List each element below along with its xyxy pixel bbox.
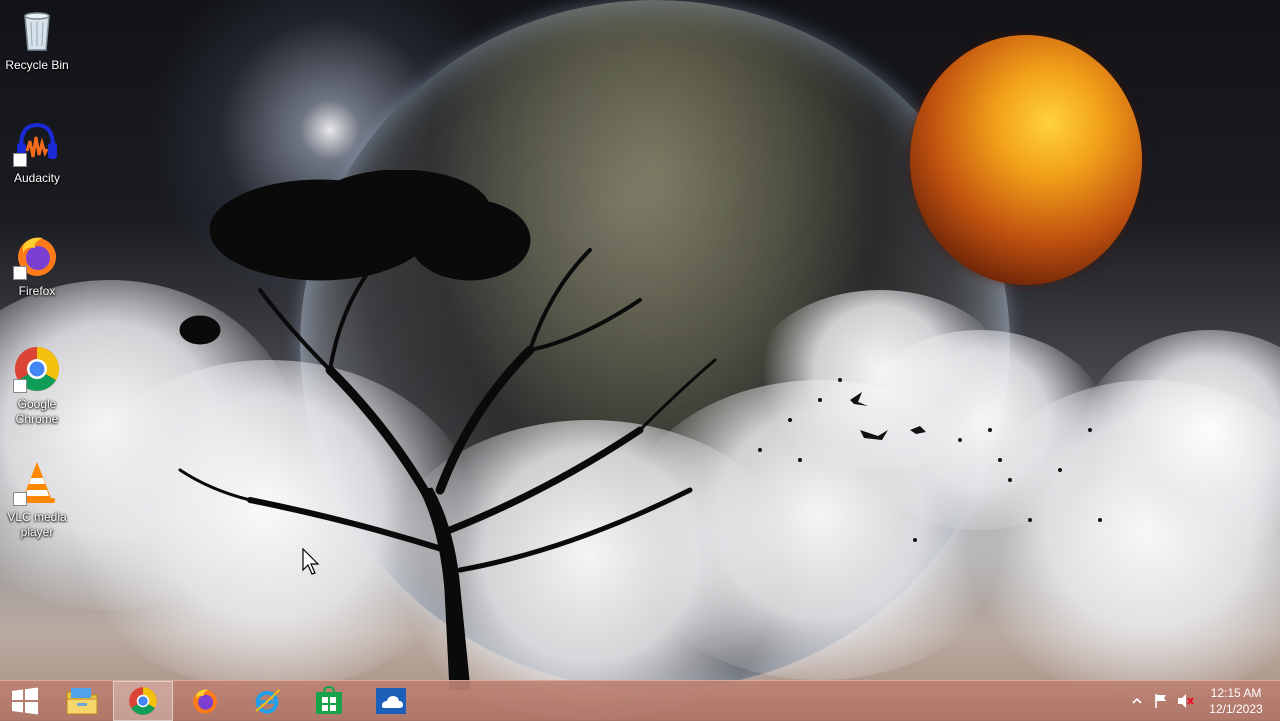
recycle-bin-icon — [13, 6, 61, 54]
shortcut-arrow-icon — [13, 153, 27, 167]
taskbar: 12:15 AM 12/1/2023 — [0, 680, 1280, 721]
volume-muted-icon — [1178, 694, 1194, 708]
chrome-icon — [129, 687, 157, 715]
desktop-icon-audacity[interactable]: Audacity — [0, 113, 74, 217]
shortcut-arrow-icon — [13, 379, 27, 393]
show-hidden-icons-button[interactable] — [1128, 681, 1146, 721]
clock-date: 12/1/2023 — [1209, 702, 1263, 716]
action-center-flag-icon — [1155, 694, 1166, 708]
desktop-wallpaper — [0, 0, 1280, 720]
shortcut-arrow-icon — [13, 492, 27, 506]
file-explorer-icon — [66, 688, 98, 715]
desktop-icon-label: VLC media player — [7, 510, 67, 539]
desktop-icon-google-chrome[interactable]: Google Chrome — [0, 339, 74, 443]
taskbar-clock[interactable]: 12:15 AM 12/1/2023 — [1206, 685, 1266, 717]
vlc-icon — [13, 458, 61, 506]
chrome-icon — [13, 345, 61, 393]
taskbar-file-explorer[interactable] — [52, 681, 112, 721]
volume-button[interactable] — [1174, 681, 1198, 721]
windows-start-icon — [12, 687, 38, 715]
wallpaper-birds — [758, 378, 1102, 542]
firefox-icon — [13, 232, 61, 280]
taskbar-onedrive[interactable] — [361, 681, 421, 721]
desktop-icon-label: Recycle Bin — [5, 58, 69, 72]
wallpaper-red-planet — [910, 35, 1142, 285]
taskbar-internet-explorer[interactable] — [237, 681, 297, 721]
action-center-button[interactable] — [1150, 681, 1172, 721]
desktop-icon-recycle-bin[interactable]: Recycle Bin — [0, 0, 74, 104]
firefox-icon — [193, 689, 217, 714]
desktop-icon-label: Firefox — [18, 284, 56, 298]
shortcut-arrow-icon — [13, 266, 27, 280]
chevron-up-icon — [1132, 697, 1142, 704]
desktop-icon-firefox[interactable]: Firefox — [0, 226, 74, 330]
taskbar-firefox[interactable] — [175, 681, 235, 721]
desktop-icon-label: Audacity — [13, 171, 61, 185]
clock-time: 12:15 AM — [1210, 686, 1262, 700]
desktop-icon-label: Google Chrome — [15, 397, 59, 426]
wallpaper-tree — [178, 170, 717, 690]
onedrive-icon — [376, 688, 406, 714]
mouse-cursor-icon — [302, 548, 320, 575]
desktop-icon-vlc[interactable]: VLC media player — [0, 452, 74, 556]
internet-explorer-icon — [255, 689, 281, 714]
store-icon — [316, 686, 342, 714]
audacity-icon — [13, 119, 61, 167]
taskbar-google-chrome[interactable] — [113, 681, 173, 721]
start-button[interactable] — [0, 681, 50, 721]
taskbar-store[interactable] — [299, 681, 359, 721]
